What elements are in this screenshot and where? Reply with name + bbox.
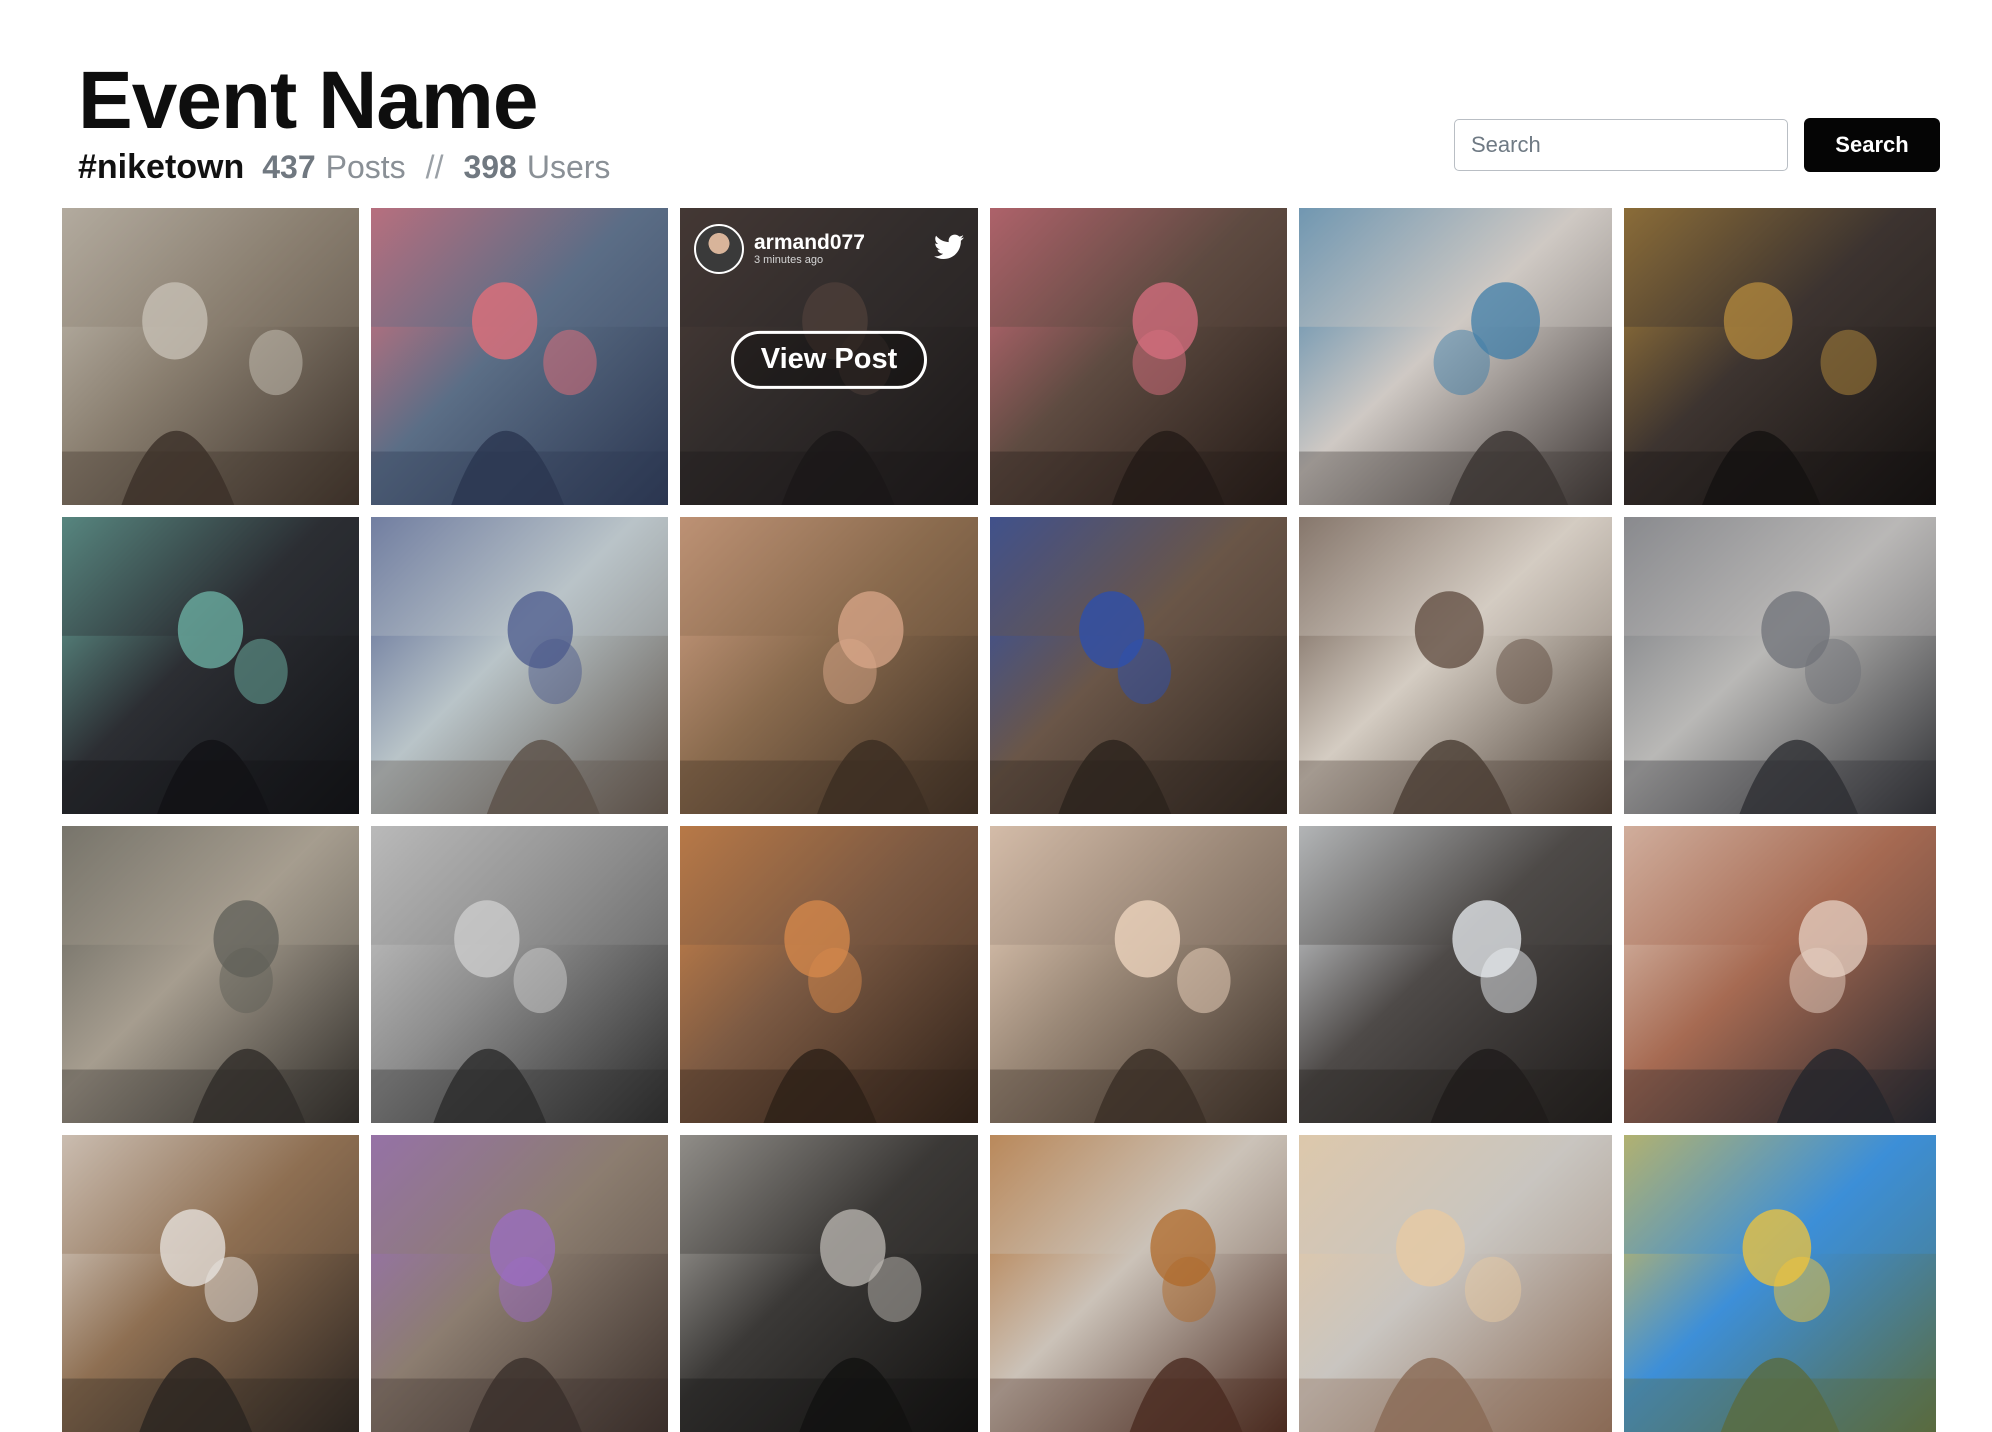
post-tile[interactable] [371,826,668,1123]
stats-separator: // [425,149,444,185]
event-hashtag: #niketown [78,148,245,186]
post-photo [990,208,1287,505]
post-photo [990,826,1287,1123]
post-tile[interactable] [990,826,1287,1123]
post-tile[interactable] [1299,517,1612,814]
post-tile[interactable] [62,1135,359,1432]
post-tile[interactable] [1624,1135,1936,1432]
users-count: 398 [463,149,517,185]
event-stats: #niketown 437 Posts // 398 Users [78,148,610,187]
event-header: Event Name #niketown 437 Posts // 398 Us… [78,56,610,187]
post-tile[interactable] [371,517,668,814]
post-timestamp: 3 minutes ago [754,253,824,266]
post-author: armand077 3 minutes ago [694,224,865,274]
avatar [694,224,744,274]
search-bar: Search [1454,118,1940,172]
post-tile[interactable] [990,517,1287,814]
posts-label: Posts [325,149,406,185]
post-tile[interactable] [371,208,668,505]
post-photo [62,826,359,1123]
post-photo [1624,517,1936,814]
posts-count: 437 [262,149,316,185]
post-tile[interactable] [62,826,359,1123]
post-tile[interactable] [990,1135,1287,1432]
post-tile[interactable] [680,1135,978,1432]
post-photo [371,517,668,814]
post-photo [371,1135,668,1432]
post-photo [680,826,978,1123]
users-label: Users [526,149,611,185]
post-photo [990,517,1287,814]
post-tile[interactable]: armand077 3 minutes ago View Post [680,208,978,505]
post-photo [371,826,668,1123]
post-photo [1299,517,1612,814]
post-photo [990,1135,1287,1432]
post-photo [371,208,668,505]
search-input[interactable] [1454,119,1788,171]
post-tile[interactable] [1624,208,1936,505]
view-post-button[interactable]: View Post [731,330,927,389]
post-photo [1624,208,1936,505]
event-title: Event Name [78,55,538,146]
post-photo [1299,208,1612,505]
post-photo [62,1135,359,1432]
post-photo [680,517,978,814]
post-photo [1299,1135,1612,1432]
post-tile[interactable] [62,517,359,814]
post-username: armand077 [754,230,865,254]
twitter-icon [934,234,964,259]
post-tile[interactable] [1624,517,1936,814]
post-photo [62,517,359,814]
post-tile[interactable] [680,517,978,814]
post-photo [1624,1135,1936,1432]
post-grid: armand077 3 minutes ago View Post [62,208,1942,1432]
post-tile[interactable] [62,208,359,505]
post-photo [680,1135,978,1432]
post-hover-overlay: armand077 3 minutes ago View Post [680,208,978,505]
post-tile[interactable] [680,826,978,1123]
post-tile[interactable] [1299,208,1612,505]
post-photo [62,208,359,505]
post-photo [1624,826,1936,1123]
post-tile[interactable] [1624,826,1936,1123]
post-photo [1299,826,1612,1123]
post-tile[interactable] [1299,1135,1612,1432]
post-tile[interactable] [1299,826,1612,1123]
post-tile[interactable] [990,208,1287,505]
post-tile[interactable] [371,1135,668,1432]
search-button[interactable]: Search [1804,118,1940,172]
